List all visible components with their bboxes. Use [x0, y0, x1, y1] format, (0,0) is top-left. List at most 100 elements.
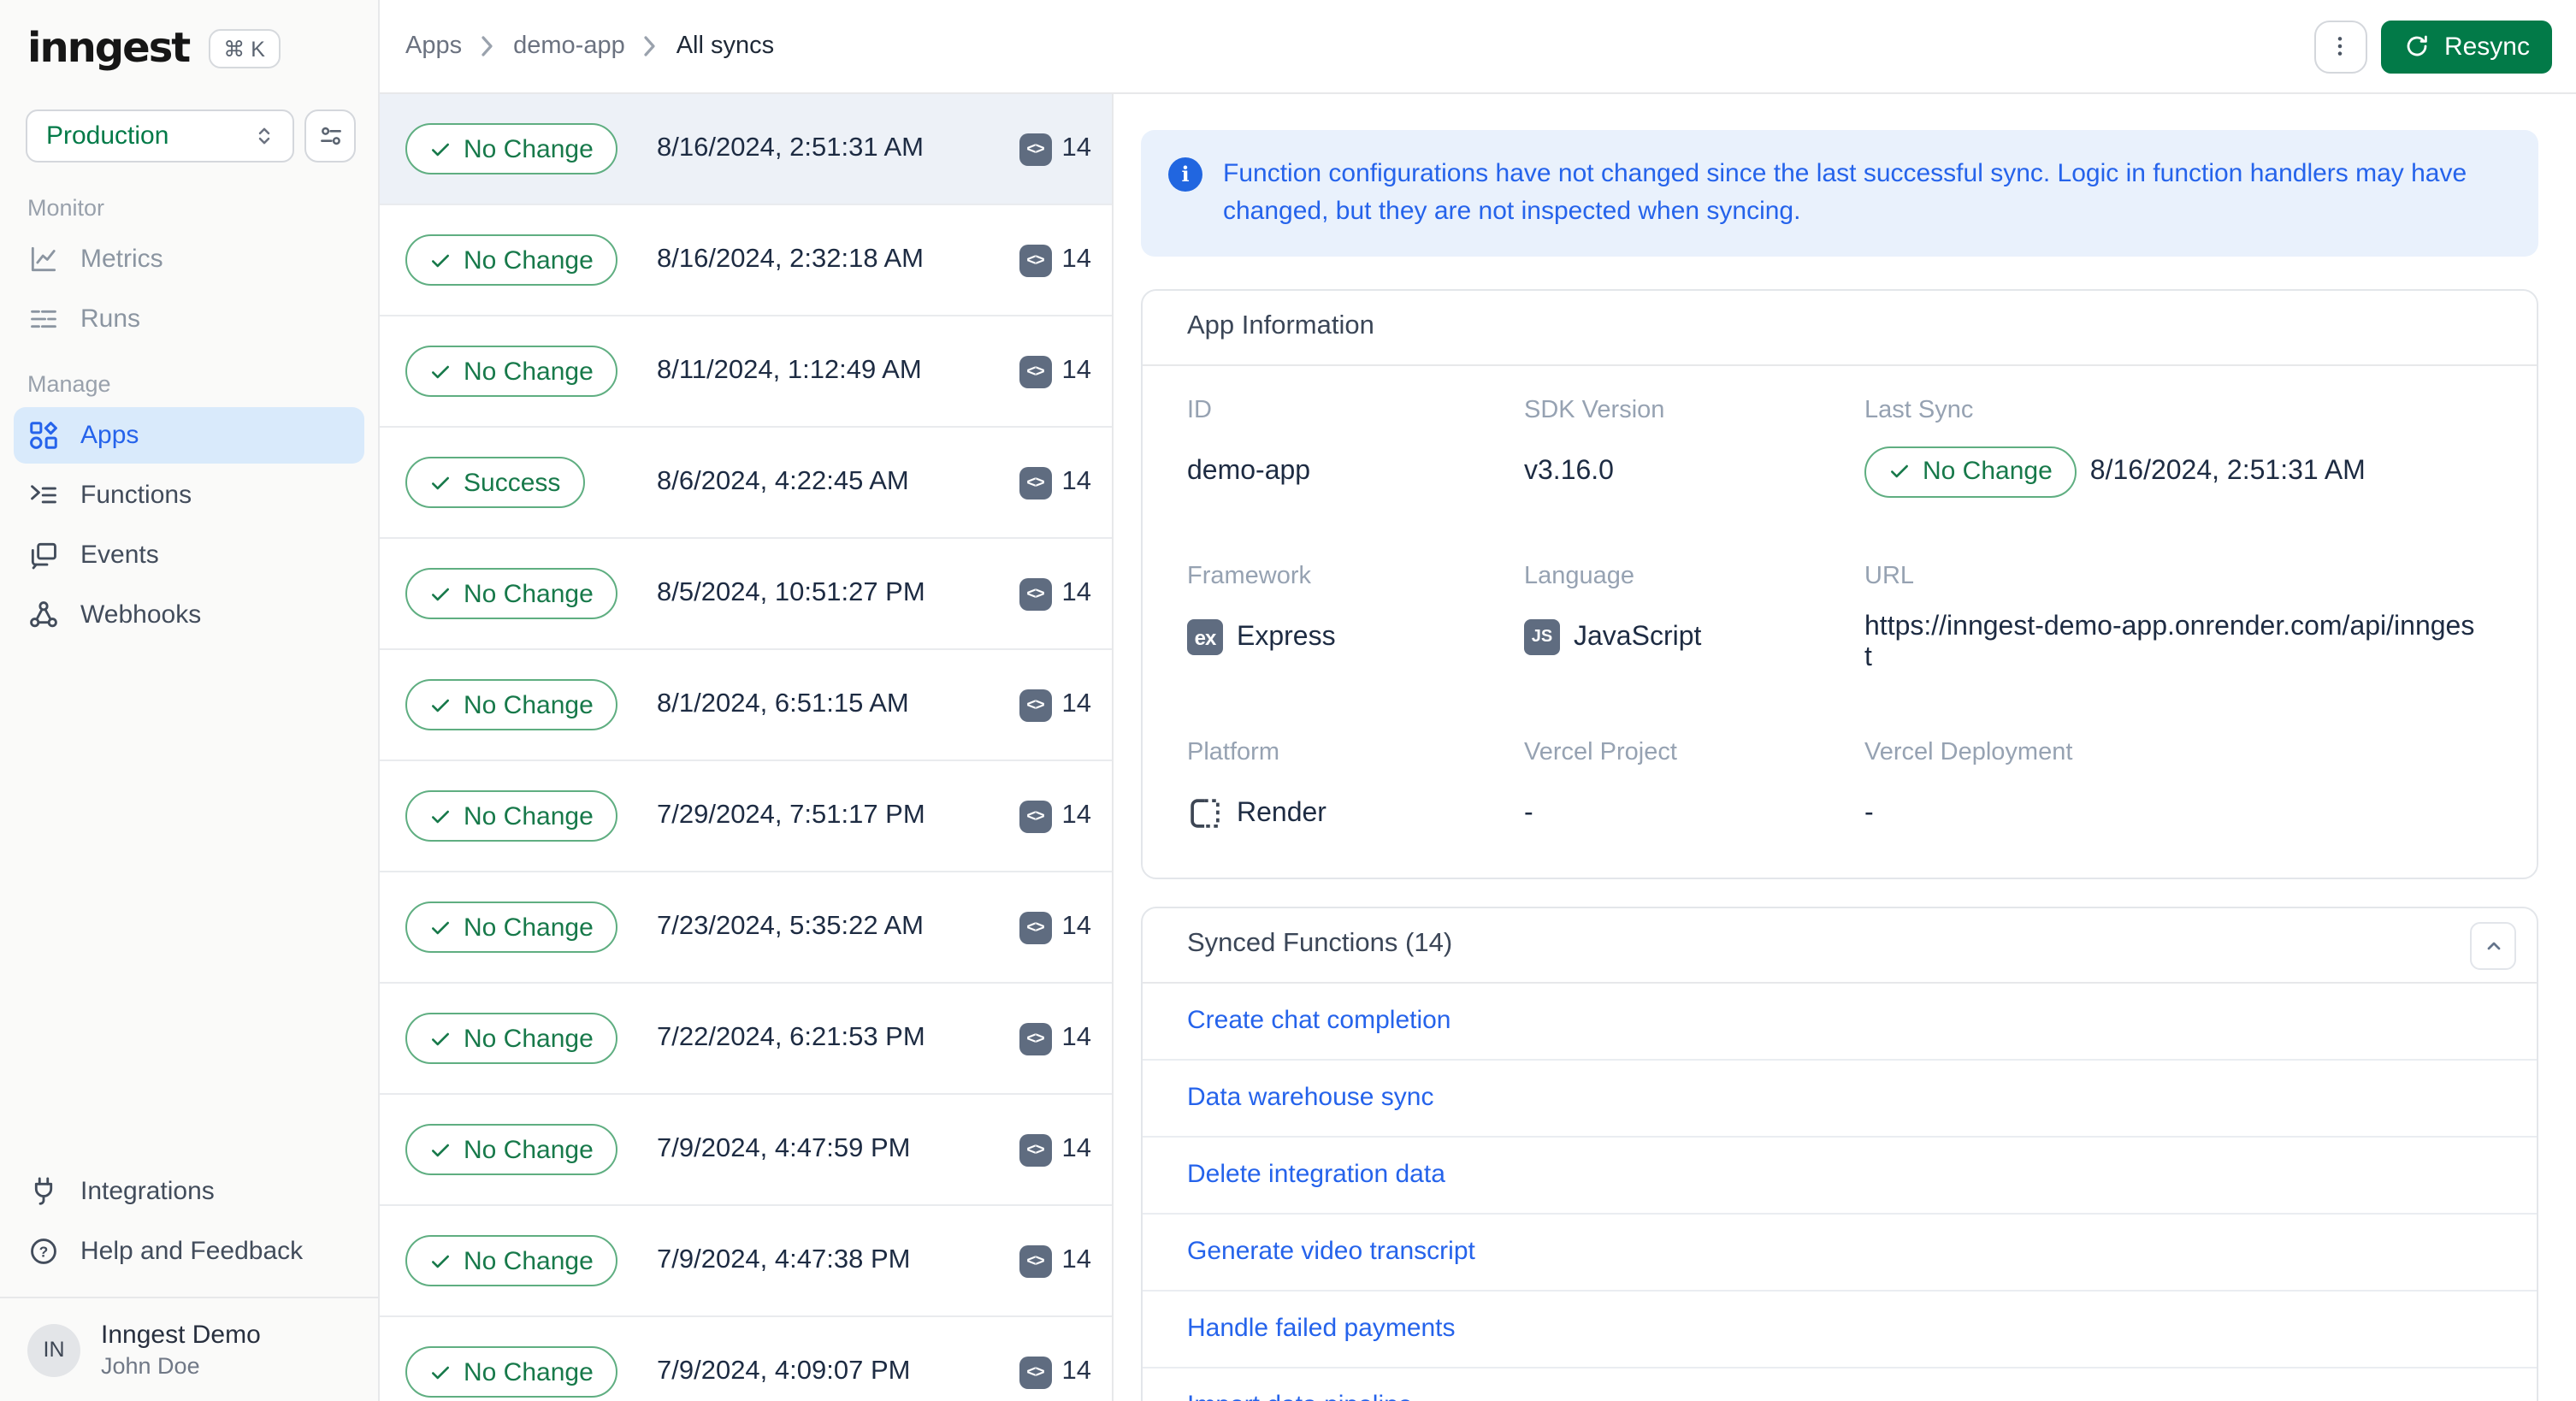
id-label: ID: [1187, 396, 1212, 423]
sidebar-item-integrations[interactable]: Integrations: [14, 1163, 364, 1220]
sync-history-list: No Change 8/16/2024, 2:51:31 AM <> 14 No…: [380, 94, 1114, 1401]
check-icon: [432, 1143, 449, 1156]
code-icon: <>: [1019, 1133, 1052, 1166]
sync-row[interactable]: No Change 8/5/2024, 10:51:27 PM <> 14: [380, 539, 1112, 650]
refresh-icon: [2407, 35, 2427, 56]
sync-row[interactable]: No Change 8/16/2024, 2:32:18 AM <> 14: [380, 205, 1112, 316]
sidebar: inngest ⌘ K Production Monitor Metrics R…: [0, 0, 380, 1401]
sync-row[interactable]: No Change 7/9/2024, 4:09:07 PM <> 14: [380, 1317, 1112, 1401]
sync-timestamp: 7/9/2024, 4:47:38 PM: [657, 1245, 911, 1274]
sync-status-badge: No Change: [405, 1235, 617, 1286]
sidebar-item-events[interactable]: Events: [14, 527, 364, 583]
render-icon: [1191, 799, 1220, 828]
sync-status-badge: Success: [405, 457, 585, 508]
inngest-logo[interactable]: inngest: [27, 24, 191, 72]
sync-row[interactable]: No Change 7/29/2024, 7:51:17 PM <> 14: [380, 761, 1112, 872]
code-icon: <>: [1019, 1356, 1052, 1388]
function-link[interactable]: Data warehouse sync: [1187, 1083, 1434, 1112]
breadcrumb-apps[interactable]: Apps: [405, 33, 462, 60]
sidebar-item-webhooks[interactable]: Webhooks: [14, 587, 364, 643]
more-actions-button[interactable]: [2313, 20, 2367, 73]
functions-icon: [31, 485, 56, 504]
sidebar-item-runs[interactable]: Runs: [14, 291, 364, 347]
plug-icon: [34, 1177, 53, 1205]
svg-text:?: ?: [39, 1243, 49, 1260]
synced-functions-title: Synced Functions (14): [1187, 929, 1453, 958]
sync-timestamp: 8/6/2024, 4:22:45 AM: [657, 467, 909, 496]
sync-row[interactable]: No Change 7/22/2024, 6:21:53 PM <> 14: [380, 984, 1112, 1095]
sync-row[interactable]: No Change 8/1/2024, 6:51:15 AM <> 14: [380, 650, 1112, 761]
sync-status-badge: No Change: [405, 679, 617, 730]
synced-functions-count: 14: [1061, 467, 1092, 496]
check-icon: [432, 587, 449, 600]
sync-status-badge: No Change: [405, 346, 617, 397]
top-bar: Apps demo-app All syncs Resync: [380, 0, 2576, 94]
info-icon: i: [1168, 157, 1202, 192]
code-icon: <>: [1019, 1022, 1052, 1055]
resync-button[interactable]: Resync: [2380, 20, 2552, 73]
sidebar-item-metrics[interactable]: Metrics: [14, 231, 364, 287]
check-icon: [432, 1032, 449, 1045]
monitor-section-label: Monitor: [27, 195, 105, 221]
sync-status-badge: No Change: [405, 1124, 617, 1175]
function-link[interactable]: Generate video transcript: [1187, 1237, 1475, 1266]
vercel-deployment-label: Vercel Deployment: [1864, 738, 2073, 766]
sync-row[interactable]: No Change 7/9/2024, 4:47:59 PM <> 14: [380, 1095, 1112, 1206]
sync-status-badge: No Change: [405, 1346, 617, 1398]
sidebar-item-apps[interactable]: Apps: [14, 407, 364, 464]
framework-value: Express: [1237, 622, 1336, 651]
synced-functions-count: 14: [1061, 1245, 1092, 1274]
metrics-icon: [31, 246, 56, 272]
environment-select[interactable]: Production: [26, 109, 294, 163]
check-icon: [432, 142, 449, 156]
sidebar-item-functions[interactable]: Functions: [14, 467, 364, 523]
synced-functions-list: Create chat completion Data warehouse sy…: [1143, 983, 2537, 1401]
function-link[interactable]: Create chat completion: [1187, 1006, 1451, 1035]
chevron-right-icon: [482, 36, 493, 56]
check-icon: [432, 1254, 449, 1268]
sync-row[interactable]: No Change 7/23/2024, 5:35:22 AM <> 14: [380, 872, 1112, 984]
command-palette-shortcut[interactable]: ⌘ K: [208, 28, 281, 68]
synced-functions-count: 14: [1061, 356, 1092, 385]
vercel-project-value: -: [1524, 798, 1533, 827]
function-row: Create chat completion: [1143, 983, 2537, 1060]
account-menu[interactable]: IN Inngest Demo John Doe: [0, 1297, 378, 1401]
help-icon: ?: [31, 1238, 56, 1264]
sync-timestamp: 7/9/2024, 4:09:07 PM: [657, 1357, 911, 1386]
sync-row[interactable]: No Change 7/9/2024, 4:47:38 PM <> 14: [380, 1206, 1112, 1317]
apps-icon: [30, 422, 57, 449]
collapse-button[interactable]: [2470, 921, 2516, 969]
sidebar-item-help[interactable]: ? Help and Feedback: [14, 1223, 364, 1280]
sync-timestamp: 7/29/2024, 7:51:17 PM: [657, 801, 925, 830]
sync-status-badge: No Change: [405, 123, 617, 174]
synced-functions-count: 14: [1061, 801, 1092, 830]
environment-value: Production: [46, 121, 169, 151]
sync-row[interactable]: No Change 8/11/2024, 1:12:49 AM <> 14: [380, 316, 1112, 428]
app-information-card: App Information ID demo-app SDK Version …: [1141, 288, 2538, 878]
code-icon: <>: [1019, 689, 1052, 721]
sync-timestamp: 8/5/2024, 10:51:27 PM: [657, 578, 925, 607]
sync-row[interactable]: No Change 8/16/2024, 2:51:31 AM <> 14: [380, 94, 1112, 205]
id-value: demo-app: [1187, 456, 1311, 485]
breadcrumb-demo-app[interactable]: demo-app: [513, 33, 625, 60]
runs-icon: [31, 310, 56, 328]
chevron-up-down-icon: [258, 127, 270, 145]
function-row: Generate video transcript: [1143, 1214, 2537, 1291]
function-link[interactable]: Handle failed payments: [1187, 1314, 1456, 1343]
framework-label: Framework: [1187, 562, 1312, 589]
breadcrumb: Apps demo-app All syncs: [405, 33, 774, 60]
code-icon: <>: [1019, 244, 1052, 276]
environment-settings-button[interactable]: [304, 109, 356, 163]
code-icon: <>: [1019, 1244, 1052, 1277]
function-link[interactable]: Delete integration data: [1187, 1160, 1445, 1189]
sync-row[interactable]: Success 8/6/2024, 4:22:45 AM <> 14: [380, 428, 1112, 539]
info-banner-text: Function configurations have not changed…: [1223, 159, 2467, 226]
synced-functions-count: 14: [1061, 133, 1092, 163]
synced-functions-count: 14: [1061, 245, 1092, 274]
sync-timestamp: 8/16/2024, 2:51:31 AM: [657, 133, 924, 163]
sync-timestamp: 8/16/2024, 2:32:18 AM: [657, 245, 924, 274]
sync-timestamp: 8/1/2024, 6:51:15 AM: [657, 689, 909, 718]
code-icon: <>: [1019, 133, 1052, 165]
function-link[interactable]: Import data pipeline: [1187, 1391, 1413, 1401]
last-sync-label: Last Sync: [1864, 396, 1974, 423]
